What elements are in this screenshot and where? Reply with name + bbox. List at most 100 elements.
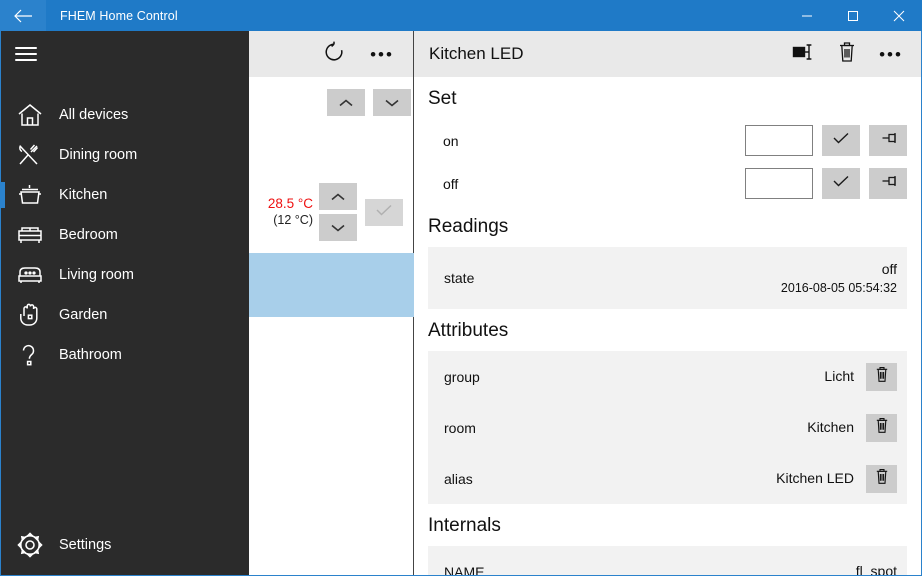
- trash-icon: [837, 41, 857, 68]
- stepper-up-button[interactable]: [327, 89, 365, 116]
- window-body: All devices Dining room Kitchen Bedroom …: [0, 31, 922, 576]
- sidebar-item-living-room[interactable]: Living room: [1, 255, 249, 295]
- device-list-more-button[interactable]: •••: [361, 34, 403, 74]
- reading-value-block: off 2016-08-05 05:54:32: [781, 260, 897, 297]
- set-row-label: on: [443, 132, 459, 149]
- sidebar-item-bedroom[interactable]: Bedroom: [1, 215, 249, 255]
- close-button[interactable]: [876, 0, 922, 31]
- home-icon: [1, 103, 59, 127]
- minimize-button[interactable]: [784, 0, 830, 31]
- thermostat-confirm-button[interactable]: [365, 198, 403, 226]
- refresh-icon: [323, 41, 345, 68]
- stepper-down-button[interactable]: [373, 89, 411, 116]
- detail-header: Kitchen LED •••: [414, 31, 921, 77]
- thermostat-widget: 28.5 °C (12 °C): [249, 181, 414, 243]
- set-confirm-button[interactable]: [822, 125, 860, 156]
- set-pin-button[interactable]: [869, 168, 907, 199]
- thermostat-down-button[interactable]: [319, 214, 357, 241]
- thermostat-up-button[interactable]: [319, 183, 357, 210]
- chevron-down-icon: [329, 222, 347, 234]
- check-icon: [374, 202, 394, 223]
- sidebar: All devices Dining room Kitchen Bedroom …: [1, 31, 249, 575]
- sidebar-item-label: Dining room: [59, 147, 138, 163]
- sidebar-item-settings[interactable]: Settings: [1, 519, 249, 571]
- more-options-icon: •••: [879, 44, 903, 64]
- minimize-icon: [801, 10, 813, 22]
- sidebar-item-kitchen[interactable]: Kitchen: [1, 175, 249, 215]
- device-list-body: 28.5 °C (12 °C): [249, 77, 414, 575]
- back-button[interactable]: [0, 0, 46, 31]
- internal-row-name[interactable]: NAME fl_spot: [428, 546, 907, 575]
- set-confirm-button[interactable]: [822, 168, 860, 199]
- trash-icon: [875, 468, 889, 490]
- chevron-up-icon: [329, 191, 347, 203]
- sidebar-nav: All devices Dining room Kitchen Bedroom …: [1, 95, 249, 375]
- attribute-row-alias[interactable]: alias Kitchen LED: [428, 453, 907, 504]
- more-options-icon: •••: [370, 44, 394, 64]
- section-heading-readings: Readings: [428, 216, 509, 237]
- attribute-delete-button[interactable]: [866, 464, 897, 493]
- sidebar-item-label: Living room: [59, 267, 134, 283]
- window-title: FHEM Home Control: [60, 8, 178, 23]
- chevron-down-icon: [383, 97, 401, 109]
- sidebar-item-garden[interactable]: Garden: [1, 295, 249, 335]
- device-row-stepper-top: [327, 89, 411, 116]
- internal-key: NAME: [444, 563, 485, 576]
- section-heading-internals: Internals: [428, 515, 501, 536]
- attribute-value: Kitchen LED: [776, 470, 854, 486]
- detail-more-button[interactable]: •••: [869, 34, 913, 74]
- check-icon: [831, 173, 851, 194]
- set-row-off: off: [428, 162, 907, 205]
- internal-value: fl_spot: [855, 563, 897, 575]
- attribute-row-group[interactable]: group Licht: [428, 351, 907, 402]
- check-icon: [831, 130, 851, 151]
- sidebar-item-label: Garden: [59, 307, 108, 323]
- trash-icon: [875, 417, 889, 439]
- attribute-value: Licht: [824, 368, 854, 384]
- bed-icon: [1, 223, 59, 247]
- sidebar-item-label: All devices: [59, 107, 129, 123]
- rename-button[interactable]: [781, 34, 825, 74]
- delete-device-button[interactable]: [825, 34, 869, 74]
- attributes-list: group Licht room Kitchen alias Kitchen L…: [428, 351, 907, 504]
- sidebar-item-label: Bedroom: [59, 227, 118, 243]
- set-row-label: off: [443, 175, 459, 192]
- refresh-button[interactable]: [313, 34, 355, 74]
- sidebar-item-label: Kitchen: [59, 187, 108, 203]
- detail-content: Set on off Readings state off 2016-08-05…: [414, 77, 921, 575]
- thermostat-stepper: [319, 183, 357, 241]
- gear-icon: [1, 531, 59, 559]
- device-list-selected-row[interactable]: [249, 253, 414, 317]
- menu-toggle-button[interactable]: [1, 31, 249, 77]
- section-heading-set: Set: [428, 88, 457, 109]
- set-row-on: on: [428, 119, 907, 162]
- set-pin-button[interactable]: [869, 125, 907, 156]
- trash-icon: [875, 366, 889, 388]
- maximize-button[interactable]: [830, 0, 876, 31]
- sidebar-item-dining-room[interactable]: Dining room: [1, 135, 249, 175]
- rename-icon: [792, 43, 814, 66]
- readings-list: state off 2016-08-05 05:54:32: [428, 247, 907, 309]
- set-value-input[interactable]: [745, 125, 813, 156]
- sidebar-item-bathroom[interactable]: Bathroom: [1, 335, 249, 375]
- window-controls: [784, 0, 922, 31]
- title-bar: FHEM Home Control: [0, 0, 922, 31]
- pin-icon: [878, 173, 898, 194]
- attribute-key: room: [444, 419, 476, 436]
- cutlery-icon: [1, 143, 59, 167]
- app-window: FHEM Home Control All devices Dining roo…: [0, 0, 922, 576]
- attribute-row-room[interactable]: room Kitchen: [428, 402, 907, 453]
- reading-key: state: [444, 270, 475, 286]
- sidebar-item-all-devices[interactable]: All devices: [1, 95, 249, 135]
- set-value-input[interactable]: [745, 168, 813, 199]
- attribute-key: group: [444, 368, 480, 385]
- selection-indicator: [1, 182, 5, 208]
- hamburger-menu-icon: [15, 43, 37, 65]
- page-title: Kitchen LED: [429, 44, 524, 63]
- attribute-delete-button[interactable]: [866, 413, 897, 442]
- chevron-up-icon: [337, 97, 355, 109]
- reading-row-state[interactable]: state off 2016-08-05 05:54:32: [428, 247, 907, 309]
- back-arrow-icon: [13, 8, 33, 24]
- attribute-delete-button[interactable]: [866, 362, 897, 391]
